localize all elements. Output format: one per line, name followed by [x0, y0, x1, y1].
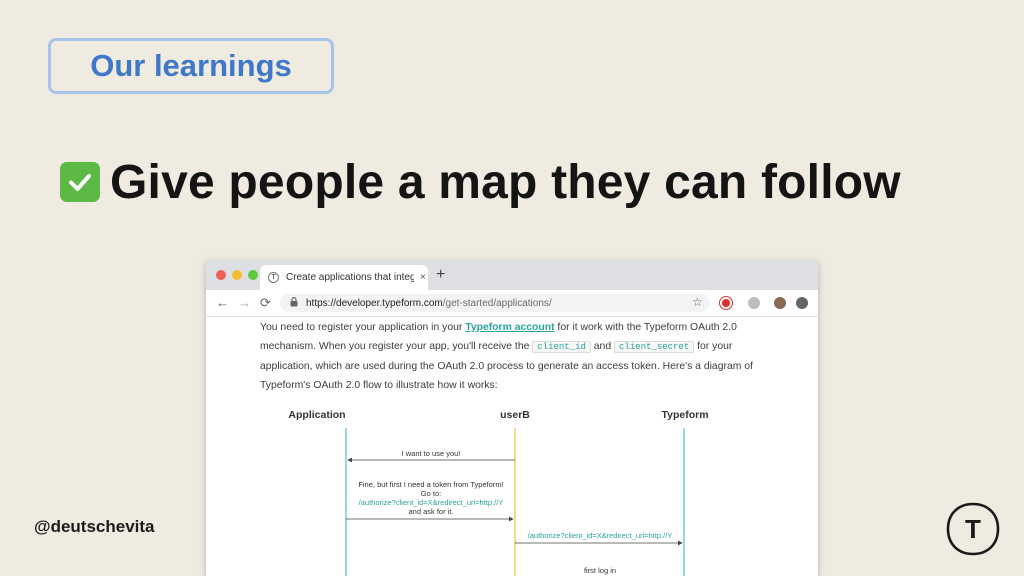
message-3-label: /authorize?client_id=X&redirect_uri=http…	[528, 531, 673, 540]
message-2-line-4: and ask for it.	[408, 507, 453, 516]
message-2-line-1: Fine, but first I need a token from Type…	[358, 480, 503, 489]
actor-typeform: Typeform	[661, 409, 708, 421]
actor-application: Application	[288, 409, 345, 421]
section-label-pill: Our learnings	[48, 38, 334, 94]
oauth-sequence-diagram: Application userB Typeform I want to use…	[288, 409, 709, 576]
browser-window: T Create applications that integr × + ← …	[206, 260, 818, 576]
typeform-logo-icon: T	[946, 502, 1000, 556]
logo-letter: T	[965, 514, 981, 544]
message-2-line-3: /authorize?client_id=X&redirect_uri=http…	[359, 498, 504, 507]
section-label: Our learnings	[90, 48, 292, 83]
headline: Give people a map they can follow	[60, 152, 901, 212]
message-4-label: first log in	[584, 566, 616, 575]
actor-userb: userB	[500, 409, 530, 421]
checkmark-icon	[60, 162, 100, 202]
headline-text: Give people a map they can follow	[110, 155, 901, 209]
author-handle: @deutschevita	[34, 517, 155, 536]
message-2-line-2: Go to:	[421, 489, 441, 498]
message-1-label: I want to use you!	[402, 449, 461, 458]
